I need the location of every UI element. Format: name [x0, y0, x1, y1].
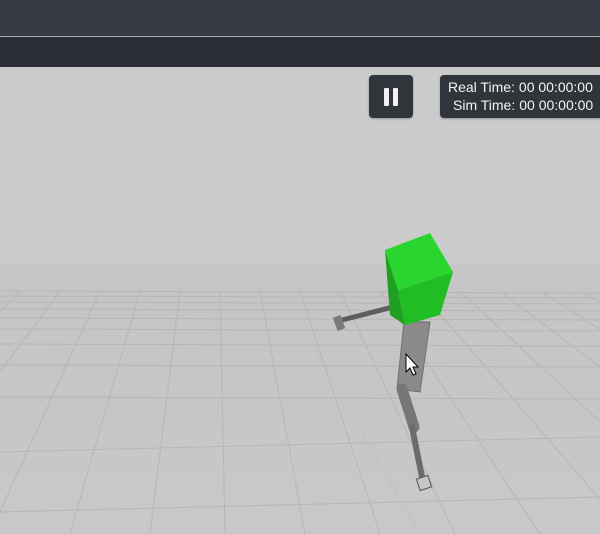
real-time-value: 00 00:00:00 — [518, 79, 593, 95]
ground-plane — [0, 287, 600, 534]
sim-time-value: 00 00:00:00 — [519, 97, 594, 113]
pause-bar-left — [384, 87, 389, 106]
simulator-window: Real Time: 00 00:00:00 Sim Time: 00 00:00:… — [0, 0, 600, 534]
pause-button[interactable] — [369, 75, 413, 118]
toolbar — [0, 37, 600, 67]
title-bar — [0, 0, 600, 37]
3d-viewport[interactable] — [0, 67, 600, 534]
time-panel: Real Time: 00 00:00:00 Sim Time: 00 00:00:… — [440, 75, 600, 118]
horizon-band — [0, 265, 600, 289]
pause-icon — [383, 87, 399, 106]
pause-bar-right — [393, 87, 398, 106]
scene-canvas[interactable] — [0, 67, 600, 534]
sim-time-row: Sim Time: 00 00:00:00 — [453, 96, 593, 114]
sim-time-label: Sim Time: — [453, 97, 516, 113]
real-time-label: Real Time: — [448, 79, 515, 95]
real-time-row: Real Time: 00 00:00:00 — [448, 78, 593, 96]
